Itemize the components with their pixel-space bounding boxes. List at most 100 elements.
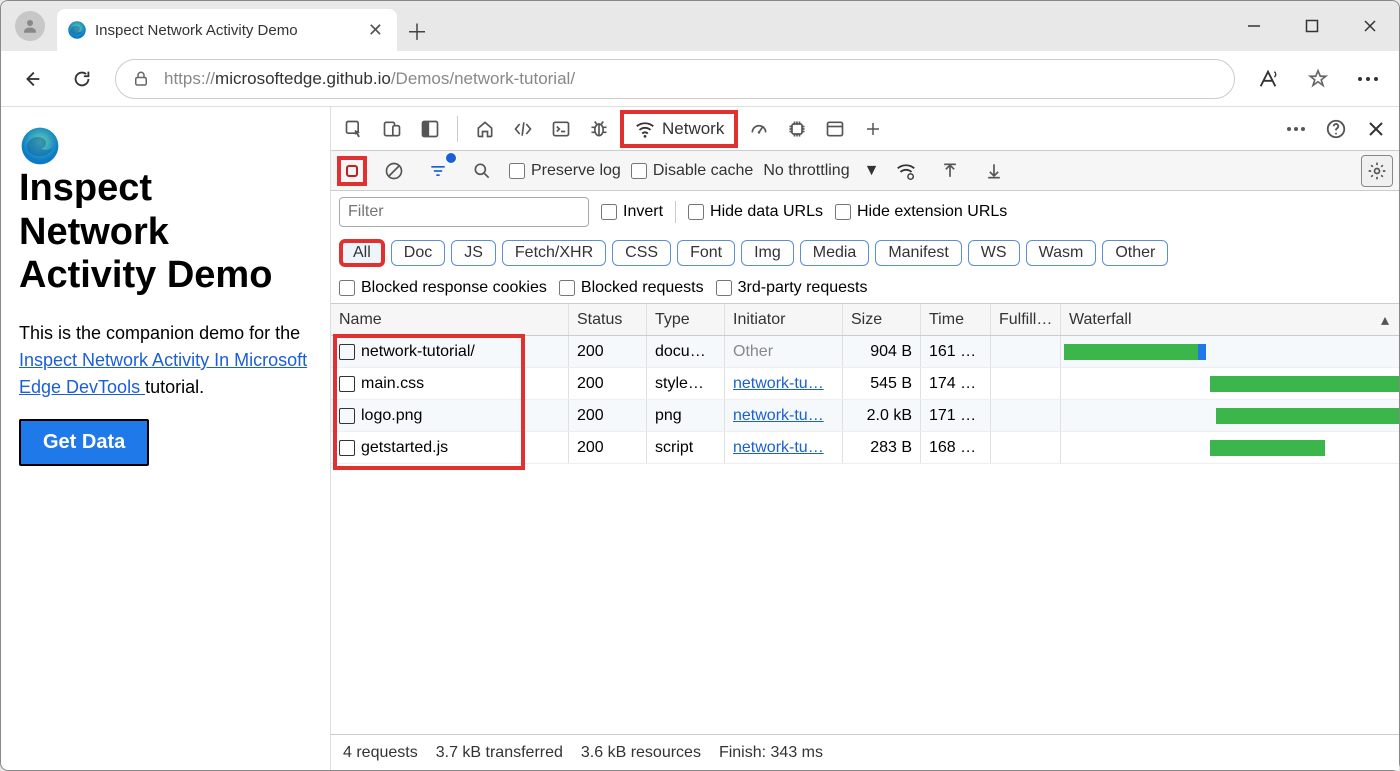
close-button[interactable] [1341,1,1399,51]
type-filter-ws[interactable]: WS [968,240,1020,266]
page-title: Inspect Network Activity Demo [19,125,312,298]
type-filter-all[interactable]: All [339,239,385,267]
request-name: getstarted.js [361,439,448,457]
clear-button[interactable] [377,154,411,188]
inspect-element-button[interactable] [337,112,371,146]
type-filter-css[interactable]: CSS [612,240,671,266]
hide-data-urls-checkbox[interactable]: Hide data URLs [688,203,823,221]
hide-extension-urls-checkbox[interactable]: Hide extension URLs [835,203,1007,221]
profile-button[interactable] [15,11,45,41]
type-filter-other[interactable]: Other [1102,240,1168,266]
col-initiator[interactable]: Initiator [725,304,843,335]
col-name[interactable]: Name [331,304,569,335]
devtools-tabbar: Network [331,107,1399,151]
throttling-select[interactable]: No throttling▼ [763,162,879,180]
tab-sources[interactable] [582,112,616,146]
request-waterfall [1061,400,1399,431]
favorite-button[interactable] [1301,62,1335,96]
tab-application[interactable] [818,112,852,146]
request-type: docu… [647,336,725,367]
col-fulfilled[interactable]: Fulfill… [991,304,1061,335]
tab-elements[interactable] [506,112,540,146]
more-icon [1286,126,1306,132]
type-filter-font[interactable]: Font [677,240,735,266]
type-filter-manifest[interactable]: Manifest [875,240,961,266]
disable-cache-checkbox[interactable]: Disable cache [631,162,754,180]
initiator-link[interactable]: network-tu… [733,407,824,425]
file-icon [339,408,355,424]
settings-menu-button[interactable] [1351,62,1385,96]
search-button[interactable] [465,154,499,188]
url-field[interactable]: https://microsoftedge.github.io/Demos/ne… [115,59,1235,99]
col-type[interactable]: Type [647,304,725,335]
type-filter-wasm[interactable]: Wasm [1026,240,1097,266]
back-button[interactable] [15,62,49,96]
devtools-help-button[interactable] [1319,112,1353,146]
blocked-requests-checkbox[interactable]: Blocked requests [559,279,704,297]
col-time[interactable]: Time [921,304,991,335]
dock-side-button[interactable] [413,112,447,146]
type-filter-doc[interactable]: Doc [391,240,445,266]
type-filter-fetchxhr[interactable]: Fetch/XHR [502,240,606,266]
device-emulation-button[interactable] [375,112,409,146]
content-area: Inspect Network Activity Demo This is th… [1,107,1399,770]
tab-console[interactable] [544,112,578,146]
type-filter-img[interactable]: Img [741,240,794,266]
request-size: 283 B [843,432,921,463]
devtools-close-button[interactable] [1359,112,1393,146]
file-icon [339,440,355,456]
filter-toggle-button[interactable] [421,154,455,188]
request-row[interactable]: main.css200style…network-tu…545 B174 … [331,368,1399,400]
maximize-button[interactable] [1283,1,1341,51]
inspect-icon [344,119,364,139]
filter-icon [428,161,448,181]
tab-title: Inspect Network Activity Demo [95,22,360,39]
initiator-link[interactable]: network-tu… [733,439,824,457]
get-data-button[interactable]: Get Data [19,419,149,466]
request-name: logo.png [361,407,422,425]
request-row[interactable]: network-tutorial/200docu…Other904 B161 … [331,336,1399,368]
export-har-button[interactable] [933,154,967,188]
close-icon [1367,120,1385,138]
devtools-panel: Network Preserve log Disable cache [331,107,1399,770]
import-har-button[interactable] [977,154,1011,188]
browser-tab[interactable]: Inspect Network Activity Demo ✕ [57,9,397,51]
refresh-button[interactable] [65,62,99,96]
request-initiator: Other [725,336,843,367]
blocked-cookies-checkbox[interactable]: Blocked response cookies [339,279,547,297]
filter-input[interactable] [339,197,589,227]
type-filter-js[interactable]: JS [451,240,496,266]
devtools-more-button[interactable] [1279,112,1313,146]
window-controls [1225,1,1399,51]
record-button[interactable] [337,156,367,186]
col-status[interactable]: Status [569,304,647,335]
tab-close-button[interactable]: ✕ [368,20,383,41]
network-settings-button[interactable] [1361,155,1393,187]
edge-icon [67,20,87,40]
col-size[interactable]: Size [843,304,921,335]
minimize-button[interactable] [1225,1,1283,51]
third-party-checkbox[interactable]: 3rd-party requests [716,279,868,297]
initiator-link[interactable]: network-tu… [733,375,824,393]
new-tab-button[interactable]: ＋ [397,11,437,51]
read-aloud-button[interactable] [1251,62,1285,96]
tab-network[interactable]: Network [620,110,738,148]
tab-memory[interactable] [780,112,814,146]
invert-checkbox[interactable]: Invert [601,203,663,221]
more-tabs-button[interactable] [856,112,890,146]
col-waterfall[interactable]: Waterfall [1061,304,1399,335]
request-row[interactable]: logo.png200pngnetwork-tu…2.0 kB171 … [331,400,1399,432]
request-size: 545 B [843,368,921,399]
type-filter-media[interactable]: Media [800,240,870,266]
tab-performance[interactable] [742,112,776,146]
search-icon [472,161,492,181]
tab-welcome[interactable] [468,112,502,146]
network-conditions-button[interactable] [889,154,923,188]
request-status: 200 [569,432,647,463]
refresh-icon [71,68,93,90]
preserve-log-checkbox[interactable]: Preserve log [509,162,621,180]
request-row[interactable]: getstarted.js200scriptnetwork-tu…283 B16… [331,432,1399,464]
requests-grid: Name Status Type Initiator Size Time Ful… [331,304,1399,734]
request-status: 200 [569,336,647,367]
plus-icon [864,120,882,138]
